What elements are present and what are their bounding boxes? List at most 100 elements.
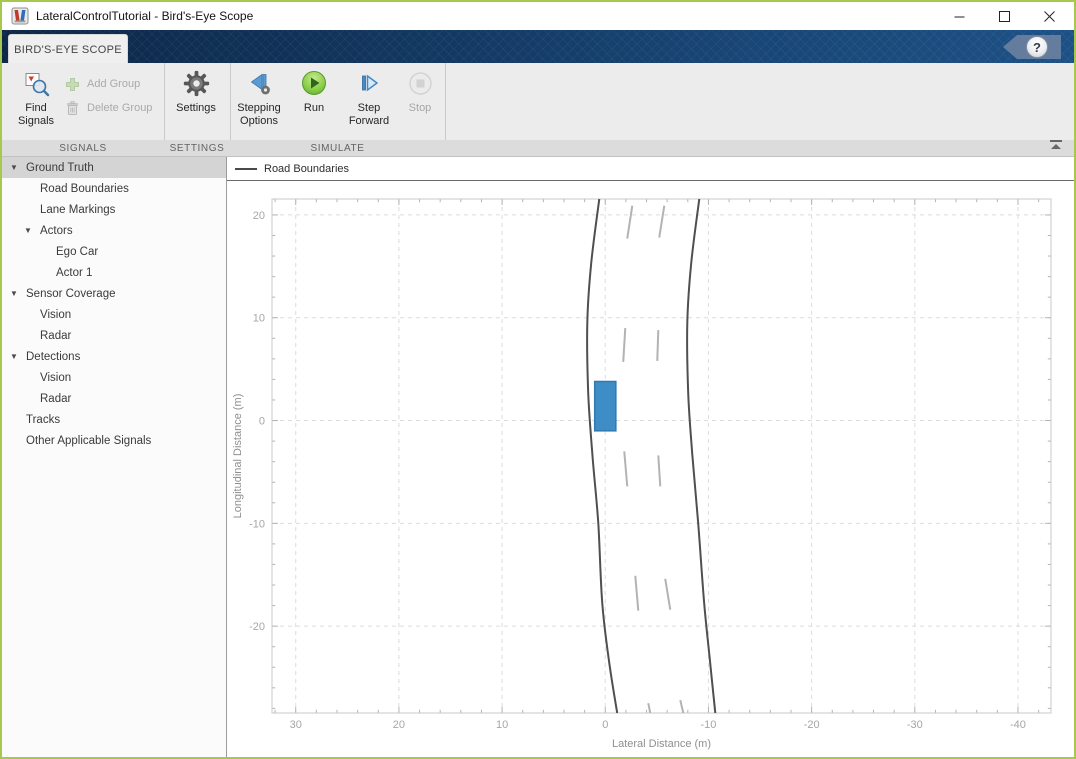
main-content: ▼ Ground Truth Road Boundaries Lane Marking… bbox=[2, 157, 1074, 757]
help-banner: ? bbox=[1003, 35, 1061, 59]
tree-item-label: Actors bbox=[40, 224, 73, 237]
stepping-options-button[interactable]: Stepping Options bbox=[230, 67, 288, 137]
tree-item-label: Radar bbox=[40, 329, 72, 342]
birds-eye-plot: 30 20 10 0 -10 -20 -30 -40 20 10 0 -10 -20 Lateral Di… bbox=[232, 198, 1052, 750]
app-window: LateralControlTutorial - Bird's-Eye Scop… bbox=[0, 0, 1076, 759]
tree-item-label: Ground Truth bbox=[26, 161, 94, 174]
find-signals-label: Find Signals bbox=[17, 102, 55, 127]
tab-birds-eye-scope[interactable]: BIRD'S-EYE SCOPE bbox=[8, 34, 128, 64]
lane-marking-dash bbox=[657, 455, 662, 487]
lane-marking-dash bbox=[634, 575, 640, 611]
x-tick-label: 20 bbox=[393, 719, 405, 731]
tree-item-vision[interactable]: Vision bbox=[2, 304, 226, 325]
signal-tree: ▼ Ground Truth Road Boundaries Lane Marking… bbox=[2, 157, 227, 757]
tree-item-label: Tracks bbox=[26, 413, 61, 426]
stop-button[interactable]: Stop bbox=[400, 67, 440, 137]
help-icon: ? bbox=[1033, 39, 1041, 55]
settings-label: Settings bbox=[176, 102, 216, 114]
delete-group-button[interactable]: Delete Group bbox=[64, 98, 152, 118]
lane-marking-dash bbox=[622, 327, 627, 362]
tree-item-label: Vision bbox=[40, 371, 72, 384]
tree-item-vision[interactable]: Vision bbox=[2, 367, 226, 388]
toolstrip-tab-bar: BIRD'S-EYE SCOPE ? bbox=[2, 30, 1074, 64]
title-bar: LateralControlTutorial - Bird's-Eye Scop… bbox=[2, 2, 1074, 30]
tree-item-ground-truth[interactable]: ▼ Ground Truth bbox=[2, 157, 226, 178]
lane-marking-dash bbox=[658, 205, 666, 238]
lane-marking-dash bbox=[647, 703, 652, 714]
section-label-signals: SIGNALS bbox=[59, 143, 107, 154]
run-icon bbox=[300, 67, 328, 99]
lane-marking-dash bbox=[656, 330, 660, 361]
plot-panel: Road Boundaries 30 20 10 0 -10 -20 -30 -40 20 10 0… bbox=[227, 157, 1074, 757]
road-boundary-left bbox=[586, 198, 619, 714]
tree-item-other-applicable-signals[interactable]: Other Applicable Signals bbox=[2, 430, 226, 451]
add-group-button[interactable]: Add Group bbox=[64, 74, 140, 94]
x-tick-label: 30 bbox=[290, 719, 302, 731]
help-button[interactable]: ? bbox=[1026, 36, 1048, 58]
stop-icon bbox=[407, 67, 434, 99]
tree-item-ego-car[interactable]: Ego Car bbox=[2, 241, 226, 262]
x-tick-label: 0 bbox=[602, 719, 608, 731]
step-forward-button[interactable]: Step Forward bbox=[340, 67, 398, 137]
step-forward-icon bbox=[356, 67, 383, 99]
stepping-options-label: Stepping Options bbox=[237, 102, 281, 127]
y-tick-label: 10 bbox=[253, 313, 265, 325]
x-axis-label: Lateral Distance (m) bbox=[612, 738, 711, 750]
maximize-button[interactable] bbox=[982, 2, 1027, 30]
run-button[interactable]: Run bbox=[292, 67, 336, 137]
tree-item-radar[interactable]: Radar bbox=[2, 325, 226, 346]
section-label-settings: SETTINGS bbox=[169, 143, 225, 154]
y-tick-label: -20 bbox=[249, 621, 265, 633]
tree-item-sensor-coverage[interactable]: ▼ Sensor Coverage bbox=[2, 283, 226, 304]
stepping-options-icon bbox=[246, 67, 273, 99]
run-label: Run bbox=[303, 102, 325, 114]
y-tick-label: 20 bbox=[253, 210, 265, 222]
legend-label: Road Boundaries bbox=[264, 163, 350, 175]
tree-item-road-boundaries[interactable]: Road Boundaries bbox=[2, 178, 226, 199]
legend: Road Boundaries bbox=[235, 160, 349, 178]
x-tick-label: -20 bbox=[804, 719, 820, 731]
tree-item-radar[interactable]: Radar bbox=[2, 388, 226, 409]
tree-item-label: Vision bbox=[40, 308, 72, 321]
legend-line-sample bbox=[235, 168, 257, 170]
tree-item-label: Detections bbox=[26, 350, 81, 363]
minimize-button[interactable] bbox=[937, 2, 982, 30]
step-forward-label: Step Forward bbox=[348, 102, 390, 127]
settings-button[interactable]: Settings bbox=[165, 67, 227, 137]
lane-marking-dash bbox=[623, 451, 629, 487]
tree-expand-arrow[interactable]: ▼ bbox=[10, 352, 18, 361]
settings-gear-icon bbox=[183, 67, 210, 99]
x-tick-label: -10 bbox=[700, 719, 716, 731]
maximize-icon bbox=[999, 10, 1010, 22]
tree-item-actor-1[interactable]: Actor 1 bbox=[2, 262, 226, 283]
tree-item-detections[interactable]: ▼ Detections bbox=[2, 346, 226, 367]
collapse-toolstrip-button[interactable] bbox=[1048, 139, 1064, 151]
axes-box bbox=[271, 198, 1052, 714]
delete-group-icon bbox=[64, 100, 81, 117]
y-axis-label: Longitudinal Distance (m) bbox=[232, 394, 244, 519]
toolstrip: Find Signals Add Group Delete Group Sett… bbox=[2, 63, 1074, 157]
toolbar-section-strip: SIGNALS SETTINGS SIMULATE bbox=[2, 140, 1074, 157]
close-icon bbox=[1044, 10, 1055, 22]
add-group-label: Add Group bbox=[87, 78, 141, 90]
tree-expand-arrow[interactable]: ▼ bbox=[10, 163, 18, 172]
tree-item-label: Lane Markings bbox=[40, 203, 116, 216]
tree-item-label: Radar bbox=[40, 392, 72, 405]
minimize-icon bbox=[954, 16, 965, 17]
app-icon bbox=[11, 7, 29, 25]
tree-item-label: Road Boundaries bbox=[40, 182, 129, 195]
x-tick-label: 10 bbox=[496, 719, 508, 731]
close-button[interactable] bbox=[1027, 2, 1072, 30]
add-group-icon bbox=[64, 76, 81, 93]
find-signals-button[interactable]: Find Signals bbox=[8, 67, 64, 137]
find-signals-icon bbox=[23, 67, 50, 99]
tab-label: BIRD'S-EYE SCOPE bbox=[14, 43, 122, 56]
tree-expand-arrow[interactable]: ▼ bbox=[24, 226, 32, 235]
tree-expand-arrow[interactable]: ▼ bbox=[10, 289, 18, 298]
y-tick-label: -10 bbox=[249, 518, 265, 530]
tree-item-actors[interactable]: ▼ Actors bbox=[2, 220, 226, 241]
tree-item-lane-markings[interactable]: Lane Markings bbox=[2, 199, 226, 220]
tree-item-label: Sensor Coverage bbox=[26, 287, 116, 300]
section-label-simulate: SIMULATE bbox=[310, 143, 365, 154]
tree-item-tracks[interactable]: Tracks bbox=[2, 409, 226, 430]
